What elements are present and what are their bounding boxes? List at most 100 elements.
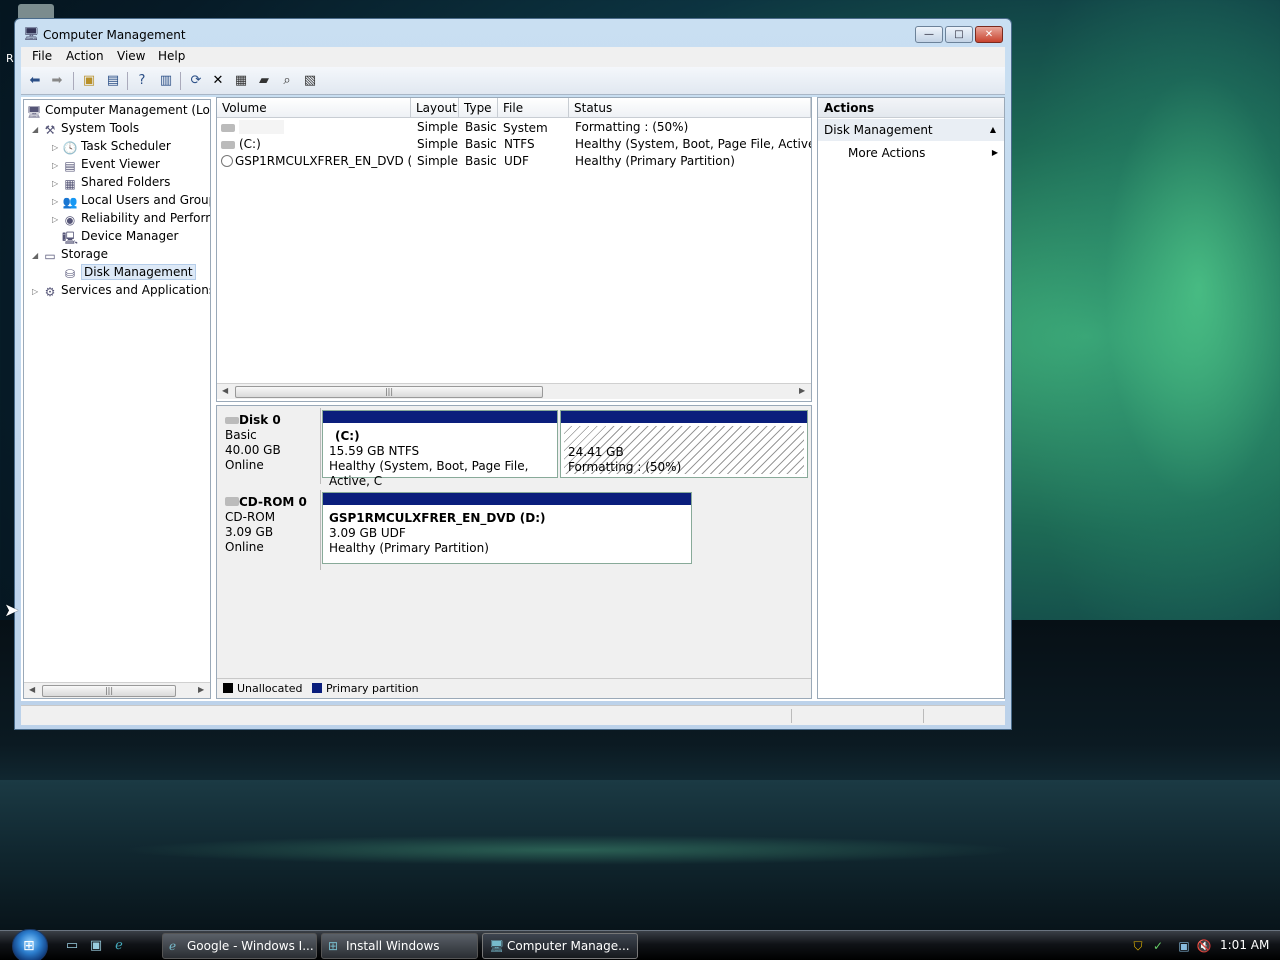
cell-type: Basic	[465, 120, 497, 134]
tree-item-storage[interactable]: ◢ ▭ Storage	[32, 245, 108, 263]
scroll-thumb[interactable]: |||	[235, 386, 543, 398]
column-type[interactable]: Type	[459, 98, 498, 118]
collapse-arrow-icon[interactable]: ◢	[32, 121, 42, 139]
submenu-arrow-icon: ▶	[991, 148, 998, 157]
computer-icon: 🖥	[26, 105, 42, 119]
recycle-bin-icon[interactable]	[18, 4, 54, 18]
close-button[interactable]: ✕	[975, 26, 1003, 43]
column-file-system[interactable]: File System	[498, 98, 569, 135]
scroll-right-icon[interactable]: ▶	[198, 685, 204, 694]
shared-folder-icon: ▦	[64, 177, 76, 191]
help-icon[interactable]: ?	[132, 71, 152, 91]
column-volume[interactable]: Volume	[217, 98, 411, 118]
column-status[interactable]: Status	[569, 98, 811, 118]
open-icon[interactable]: ▰	[254, 71, 274, 91]
up-folder-icon[interactable]: ▣	[79, 71, 99, 91]
tree-item-disk-management[interactable]: ⛁ Disk Management	[62, 263, 196, 281]
actions-section-disk-management[interactable]: Disk Management ▲	[818, 119, 1004, 141]
back-icon[interactable]: ⬅	[25, 71, 45, 91]
tree-item-root[interactable]: 🖥 Computer Management (Local	[26, 101, 210, 119]
table-row[interactable]	[221, 119, 411, 136]
computer-management-icon: 🖥	[489, 939, 505, 953]
actions-pane: Actions Disk Management ▲ More Actions ▶	[817, 97, 1005, 699]
cell-status: Formatting : (50%)	[575, 120, 689, 134]
tree-item-local-users[interactable]: ▷ 👥 Local Users and Groups	[52, 191, 210, 209]
users-icon: 👥	[62, 195, 78, 209]
properties-icon[interactable]: ▦	[231, 71, 251, 91]
mouse-pointer-icon: ➤	[4, 600, 20, 621]
toolbar: ⬅ ➡ ▣ ▤ ? ▥ ⟳ ✕ ▦ ▰ ⌕ ▧	[21, 67, 1005, 95]
tree-horizontal-scrollbar[interactable]: ◀ ||| ▶	[24, 682, 210, 698]
table-row[interactable]: GSP1RMCULXFRER_EN_DVD (D:)	[221, 153, 411, 170]
unallocated-swatch	[223, 683, 233, 693]
partition-d[interactable]: GSP1RMCULXFRER_EN_DVD (D:) 3.09 GB UDF H…	[322, 492, 692, 564]
maximize-button[interactable]: □	[945, 26, 973, 43]
computer-management-icon: 🖥	[23, 27, 40, 42]
internet-explorer-icon[interactable]: ℯ	[111, 938, 127, 954]
partition-formatting[interactable]: 24.41 GB Formatting : (50%)	[560, 410, 808, 478]
tree-item-device-manager[interactable]: 🖳 Device Manager	[62, 227, 178, 245]
expand-arrow-icon[interactable]: ▷	[52, 211, 62, 229]
disk-0-label[interactable]: Disk 0 Basic 40.00 GB Online	[217, 408, 321, 484]
updates-icon[interactable]: ✓	[1150, 938, 1166, 954]
show-desktop-icon[interactable]: ▭	[64, 938, 80, 954]
computer-management-window: 🖥 Computer Management — □ ✕ File Action …	[14, 18, 1012, 730]
actions-header: Actions	[818, 98, 1004, 118]
client-area: 🖥 Computer Management (Local ◢ ⚒ System Too…	[21, 97, 1005, 701]
taskbar-item-install-windows[interactable]: ⊞ Install Windows	[321, 933, 478, 959]
clock[interactable]: 1:01 AM	[1220, 938, 1269, 952]
show-hide-action-pane-icon[interactable]: ▥	[156, 71, 176, 91]
minimize-button[interactable]: —	[915, 26, 943, 43]
collapse-arrow-icon[interactable]: ◢	[32, 247, 42, 265]
forward-icon[interactable]: ➡	[47, 71, 67, 91]
tree-item-reliability[interactable]: ▷ ◉ Reliability and Performa	[52, 209, 210, 229]
switch-windows-icon[interactable]: ▣	[88, 938, 104, 954]
collapse-up-icon[interactable]: ▲	[990, 119, 996, 141]
disk-graphic-panel: Disk 0 Basic 40.00 GB Online (C:) 15.59 …	[216, 405, 812, 699]
tree-item-task-scheduler[interactable]: ▷ 🕓 Task Scheduler	[52, 137, 171, 155]
scroll-right-icon[interactable]: ▶	[799, 386, 805, 395]
desktop-lake-glow	[120, 835, 1020, 865]
device-manager-icon: 🖳	[62, 231, 79, 245]
menu-help[interactable]: Help	[158, 49, 185, 63]
cdrom-0-label[interactable]: CD-ROM 0 CD-ROM 3.09 GB Online	[217, 490, 321, 570]
volume-muted-icon[interactable]: 🔇	[1196, 938, 1212, 954]
title-bar[interactable]: 🖥 Computer Management — □ ✕	[15, 19, 1011, 49]
cell-type: Basic	[465, 137, 497, 151]
taskbar-item-google[interactable]: ℯ Google - Windows I...	[162, 933, 317, 959]
menu-file[interactable]: File	[32, 49, 52, 63]
expand-arrow-icon[interactable]: ▷	[32, 283, 42, 301]
menu-view[interactable]: View	[117, 49, 145, 63]
table-row[interactable]: (C:)	[221, 136, 411, 153]
disk-management-icon: ⛁	[64, 267, 76, 281]
scroll-left-icon[interactable]: ◀	[29, 685, 35, 694]
tree-item-shared-folders[interactable]: ▷ ▦ Shared Folders	[52, 173, 170, 191]
windows-logo-icon: ⊞	[23, 938, 35, 954]
column-layout[interactable]: Layout	[411, 98, 459, 118]
start-button[interactable]: ⊞	[12, 929, 48, 960]
menu-bar: File Action View Help	[21, 47, 1005, 67]
scroll-thumb[interactable]: |||	[42, 685, 176, 697]
tree-item-event-viewer[interactable]: ▷ ▤ Event Viewer	[52, 155, 160, 173]
drive-icon	[221, 124, 235, 132]
search-icon[interactable]: ⌕	[277, 71, 297, 91]
delete-icon[interactable]: ✕	[208, 71, 228, 91]
scroll-left-icon[interactable]: ◀	[222, 386, 228, 395]
tree-item-services[interactable]: ▷ ⚙ Services and Applications	[32, 281, 210, 301]
refresh-icon[interactable]: ⟳	[186, 71, 206, 91]
cdrom-icon	[221, 155, 233, 167]
recycle-bin-label: R	[6, 52, 14, 65]
more-actions-item[interactable]: More Actions ▶	[848, 144, 998, 162]
clock-icon: 🕓	[62, 141, 78, 155]
security-shield-icon[interactable]: ⛉	[1130, 938, 1146, 954]
taskbar-item-computer-management[interactable]: 🖥 Computer Manage...	[482, 933, 638, 959]
network-icon[interactable]: ▣	[1176, 938, 1192, 954]
tree-item-system-tools[interactable]: ◢ ⚒ System Tools	[32, 119, 139, 137]
partition-c[interactable]: (C:) 15.59 GB NTFS Healthy (System, Boot…	[322, 410, 558, 488]
menu-action[interactable]: Action	[66, 49, 104, 63]
services-icon: ⚙	[44, 285, 56, 299]
show-hide-console-tree-icon[interactable]: ▤	[103, 71, 123, 91]
event-viewer-icon: ▤	[64, 159, 76, 173]
volume-horizontal-scrollbar[interactable]: ◀ ||| ▶	[217, 383, 811, 399]
export-icon[interactable]: ▧	[300, 71, 320, 91]
